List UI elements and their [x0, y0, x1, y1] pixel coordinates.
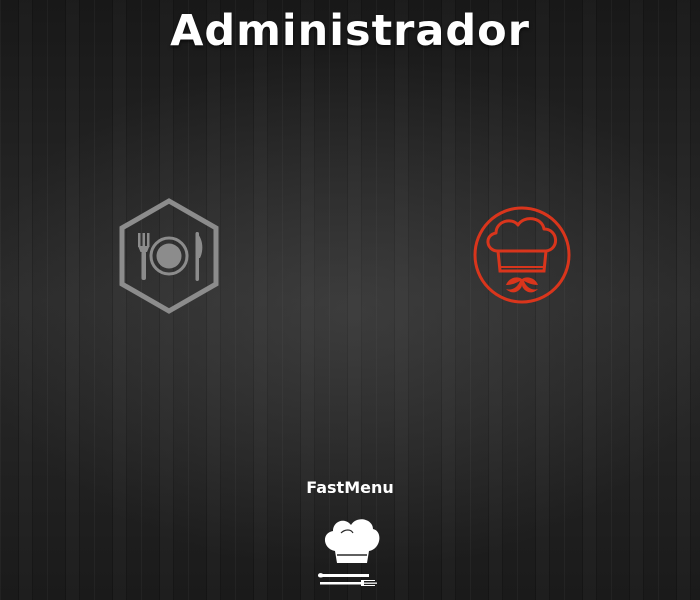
page-title: Administrador — [170, 6, 530, 56]
brand-logo-block: FastMenu — [280, 478, 420, 589]
brand-name: FastMenu — [306, 478, 394, 497]
chef-kitchen-button[interactable] — [468, 205, 576, 305]
chef-hat-cutlery-icon — [318, 519, 380, 586]
plate-fork-knife-icon — [119, 198, 219, 314]
restaurant-menu-button[interactable] — [118, 198, 220, 314]
chef-hat-mustache-icon — [473, 206, 571, 304]
